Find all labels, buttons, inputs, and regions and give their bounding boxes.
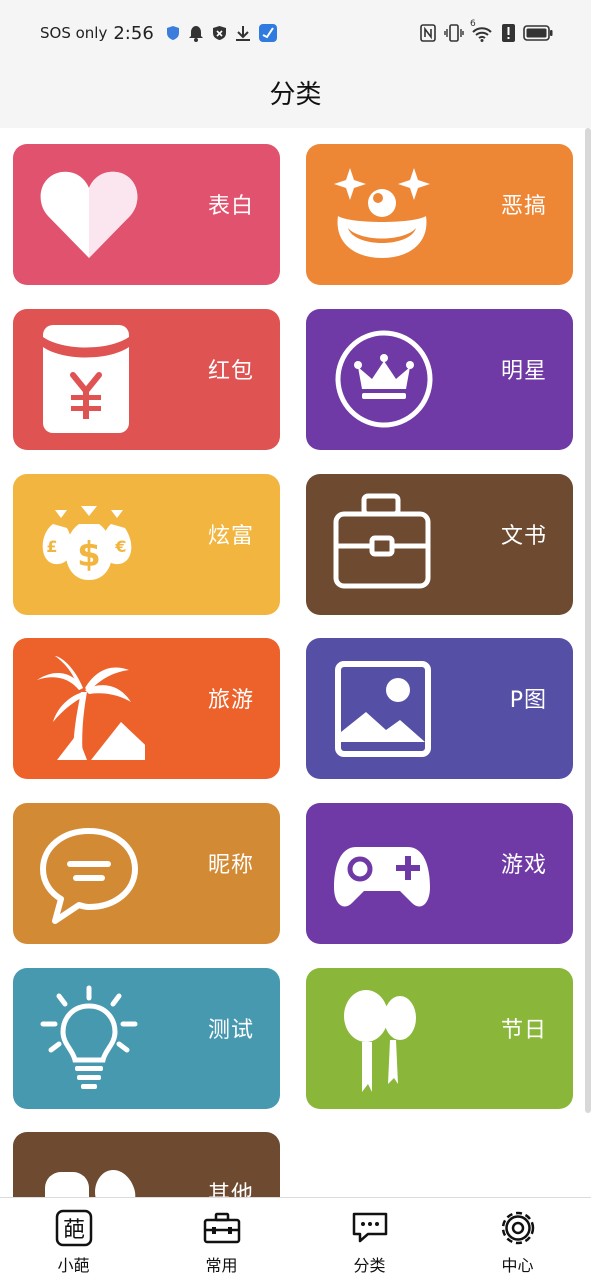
status-bar: SOS only 2:56 6 bbox=[0, 0, 591, 66]
speech-bubble-icon bbox=[40, 828, 138, 924]
bell-icon bbox=[188, 25, 203, 42]
category-card-travel[interactable]: 旅游 bbox=[13, 638, 280, 779]
category-card-photo[interactable]: P图 bbox=[306, 638, 573, 779]
tab-category[interactable]: 分类 bbox=[296, 1198, 443, 1281]
category-card-festival[interactable]: 节日 bbox=[306, 968, 573, 1109]
category-card-flaunt[interactable]: $ £ € 炫富 bbox=[13, 474, 280, 615]
tab-label: 常用 bbox=[205, 1256, 238, 1275]
tab-xiaopa[interactable]: 葩 小葩 bbox=[0, 1198, 147, 1281]
status-right: 6 bbox=[420, 19, 553, 46]
nfc-icon bbox=[420, 24, 436, 42]
category-card-test[interactable]: 测试 bbox=[13, 968, 280, 1109]
gamepad-icon bbox=[334, 847, 430, 907]
palm-tree-icon bbox=[37, 656, 145, 760]
vibrate-icon bbox=[444, 24, 464, 42]
chat-bubbles-icon bbox=[352, 1212, 388, 1243]
category-label: 炫富 bbox=[207, 524, 254, 549]
category-card-game[interactable]: 游戏 bbox=[306, 803, 573, 944]
category-card-red-envelope[interactable]: 红包 bbox=[13, 309, 280, 450]
gear-icon bbox=[501, 1211, 535, 1245]
pa-character-icon: 葩 bbox=[55, 1209, 93, 1247]
battery-icon bbox=[523, 25, 553, 41]
category-card-nickname[interactable]: 昵称 bbox=[13, 803, 280, 944]
briefcase-icon bbox=[333, 493, 431, 589]
tab-common[interactable]: 常用 bbox=[148, 1198, 295, 1281]
category-card-star[interactable]: 明星 bbox=[306, 309, 573, 450]
category-label: 文书 bbox=[500, 524, 547, 549]
page-title: 分类 bbox=[269, 80, 322, 110]
lightbulb-icon bbox=[40, 985, 138, 1089]
category-card-prank[interactable]: 恶搞 bbox=[306, 144, 573, 285]
category-card-other[interactable]: 其他 bbox=[13, 1132, 280, 1197]
red-envelope-icon bbox=[43, 325, 129, 433]
category-card-love[interactable]: 表白 bbox=[13, 144, 280, 285]
category-label: 明星 bbox=[500, 359, 547, 384]
crown-icon bbox=[335, 330, 433, 428]
category-label: P图 bbox=[509, 688, 547, 713]
category-label: 表白 bbox=[207, 194, 254, 219]
status-left: SOS only 2:56 bbox=[40, 21, 277, 45]
tab-label: 小葩 bbox=[57, 1256, 90, 1275]
carrier-text: SOS only bbox=[40, 24, 108, 42]
category-label: 测试 bbox=[207, 1018, 254, 1043]
category-label: 旅游 bbox=[207, 688, 254, 713]
category-card-documents[interactable]: 文书 bbox=[306, 474, 573, 615]
svg-text:葩: 葩 bbox=[63, 1218, 85, 1243]
money-bags-icon: $ £ € bbox=[42, 506, 132, 580]
toolbox-icon bbox=[203, 1212, 241, 1244]
svg-text:$: $ bbox=[77, 535, 101, 575]
scrollbar[interactable] bbox=[585, 128, 591, 1113]
tab-label: 分类 bbox=[353, 1256, 386, 1275]
tab-center[interactable]: 中心 bbox=[444, 1198, 591, 1281]
alert-icon bbox=[502, 24, 515, 42]
category-label: 昵称 bbox=[207, 853, 254, 878]
clown-face-icon bbox=[334, 168, 430, 258]
download-icon bbox=[235, 25, 250, 41]
category-label: 恶搞 bbox=[500, 194, 547, 219]
category-label: 节日 bbox=[500, 1018, 547, 1043]
svg-text:€: € bbox=[114, 537, 126, 556]
blobs-icon bbox=[45, 1170, 136, 1197]
clock-time: 2:56 bbox=[113, 22, 154, 44]
category-label: 红包 bbox=[207, 359, 254, 384]
title-bar: 分类 bbox=[0, 66, 591, 128]
category-label: 其他 bbox=[207, 1182, 254, 1197]
blocked-shield-icon bbox=[212, 26, 226, 40]
wifi-generation-label: 6 bbox=[470, 19, 476, 29]
balloons-icon bbox=[344, 990, 416, 1092]
app-notification-icon bbox=[258, 24, 277, 42]
heart-icon bbox=[40, 171, 138, 258]
svg-text:£: £ bbox=[46, 537, 57, 556]
category-grid[interactable]: 表白 恶搞 红包 明星 $ £ € 炫富 文书 旅游 P图 昵称 游戏 测试 节… bbox=[0, 128, 591, 1197]
shield-icon bbox=[166, 26, 179, 40]
category-label: 游戏 bbox=[500, 853, 547, 878]
bottom-tab-bar: 葩 小葩 常用 分类 中心 bbox=[0, 1197, 591, 1281]
picture-icon bbox=[335, 661, 431, 757]
wifi-indicator: 6 bbox=[470, 19, 494, 42]
tab-label: 中心 bbox=[501, 1256, 534, 1275]
